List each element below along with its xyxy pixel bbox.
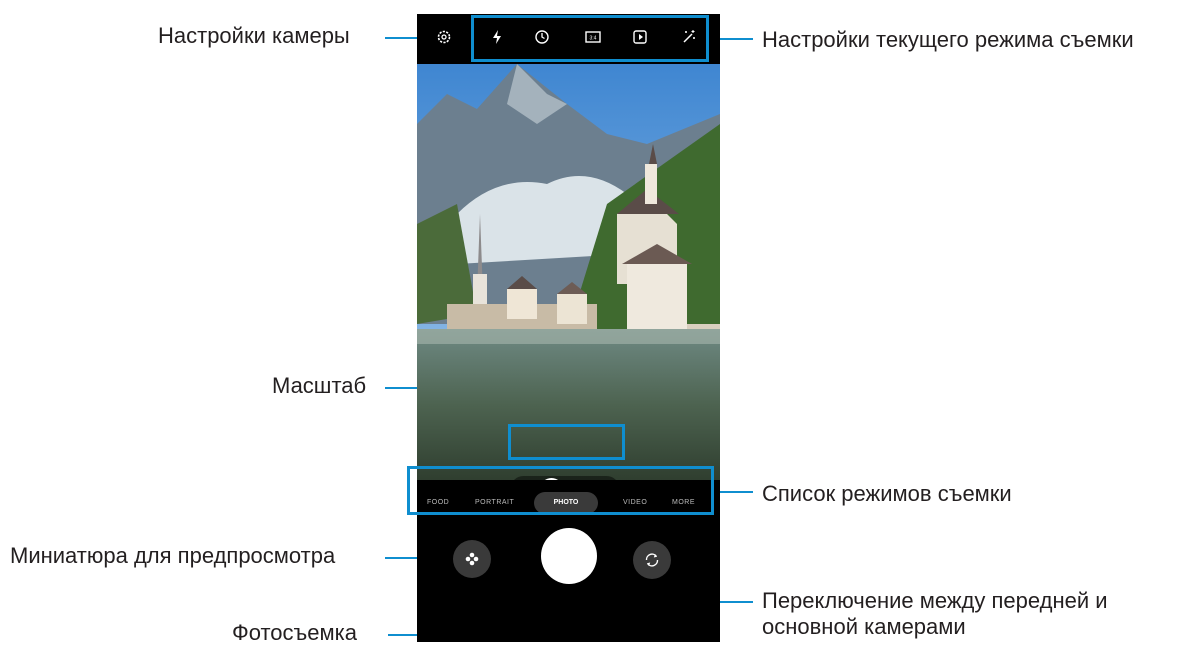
shutter-button[interactable] (541, 528, 597, 584)
callout-mode-list: Список режимов съемки (762, 481, 1012, 506)
callout-switch-camera-2: основной камерами (762, 614, 966, 639)
camera-screen: 3:4 FOOD PORTRAIT PHOTO VIDEO MORE (417, 14, 720, 642)
callout-switch-camera-1: Переключение между передней и (762, 588, 1108, 613)
switch-camera-button[interactable] (633, 541, 671, 579)
callout-preview-thumbnail: Миниатюра для предпросмотра (10, 543, 336, 568)
landscape-photo (417, 64, 720, 481)
callout-mode-settings: Настройки текущего режима съемки (762, 27, 1134, 52)
callout-camera-settings: Настройки камеры (158, 23, 350, 48)
highlight-mode-list (407, 466, 714, 515)
callout-zoom: Масштаб (272, 373, 367, 398)
callout-take-photo: Фотосъемка (232, 620, 357, 645)
gallery-thumbnail[interactable] (453, 540, 491, 578)
gallery-thumbnail-icon (464, 551, 480, 567)
viewfinder[interactable]: .6 1x 2 10 (417, 64, 720, 481)
gear-icon[interactable] (436, 29, 452, 45)
highlight-zoom (508, 424, 625, 460)
switch-camera-icon (643, 551, 661, 569)
highlight-mode-settings (471, 15, 709, 62)
